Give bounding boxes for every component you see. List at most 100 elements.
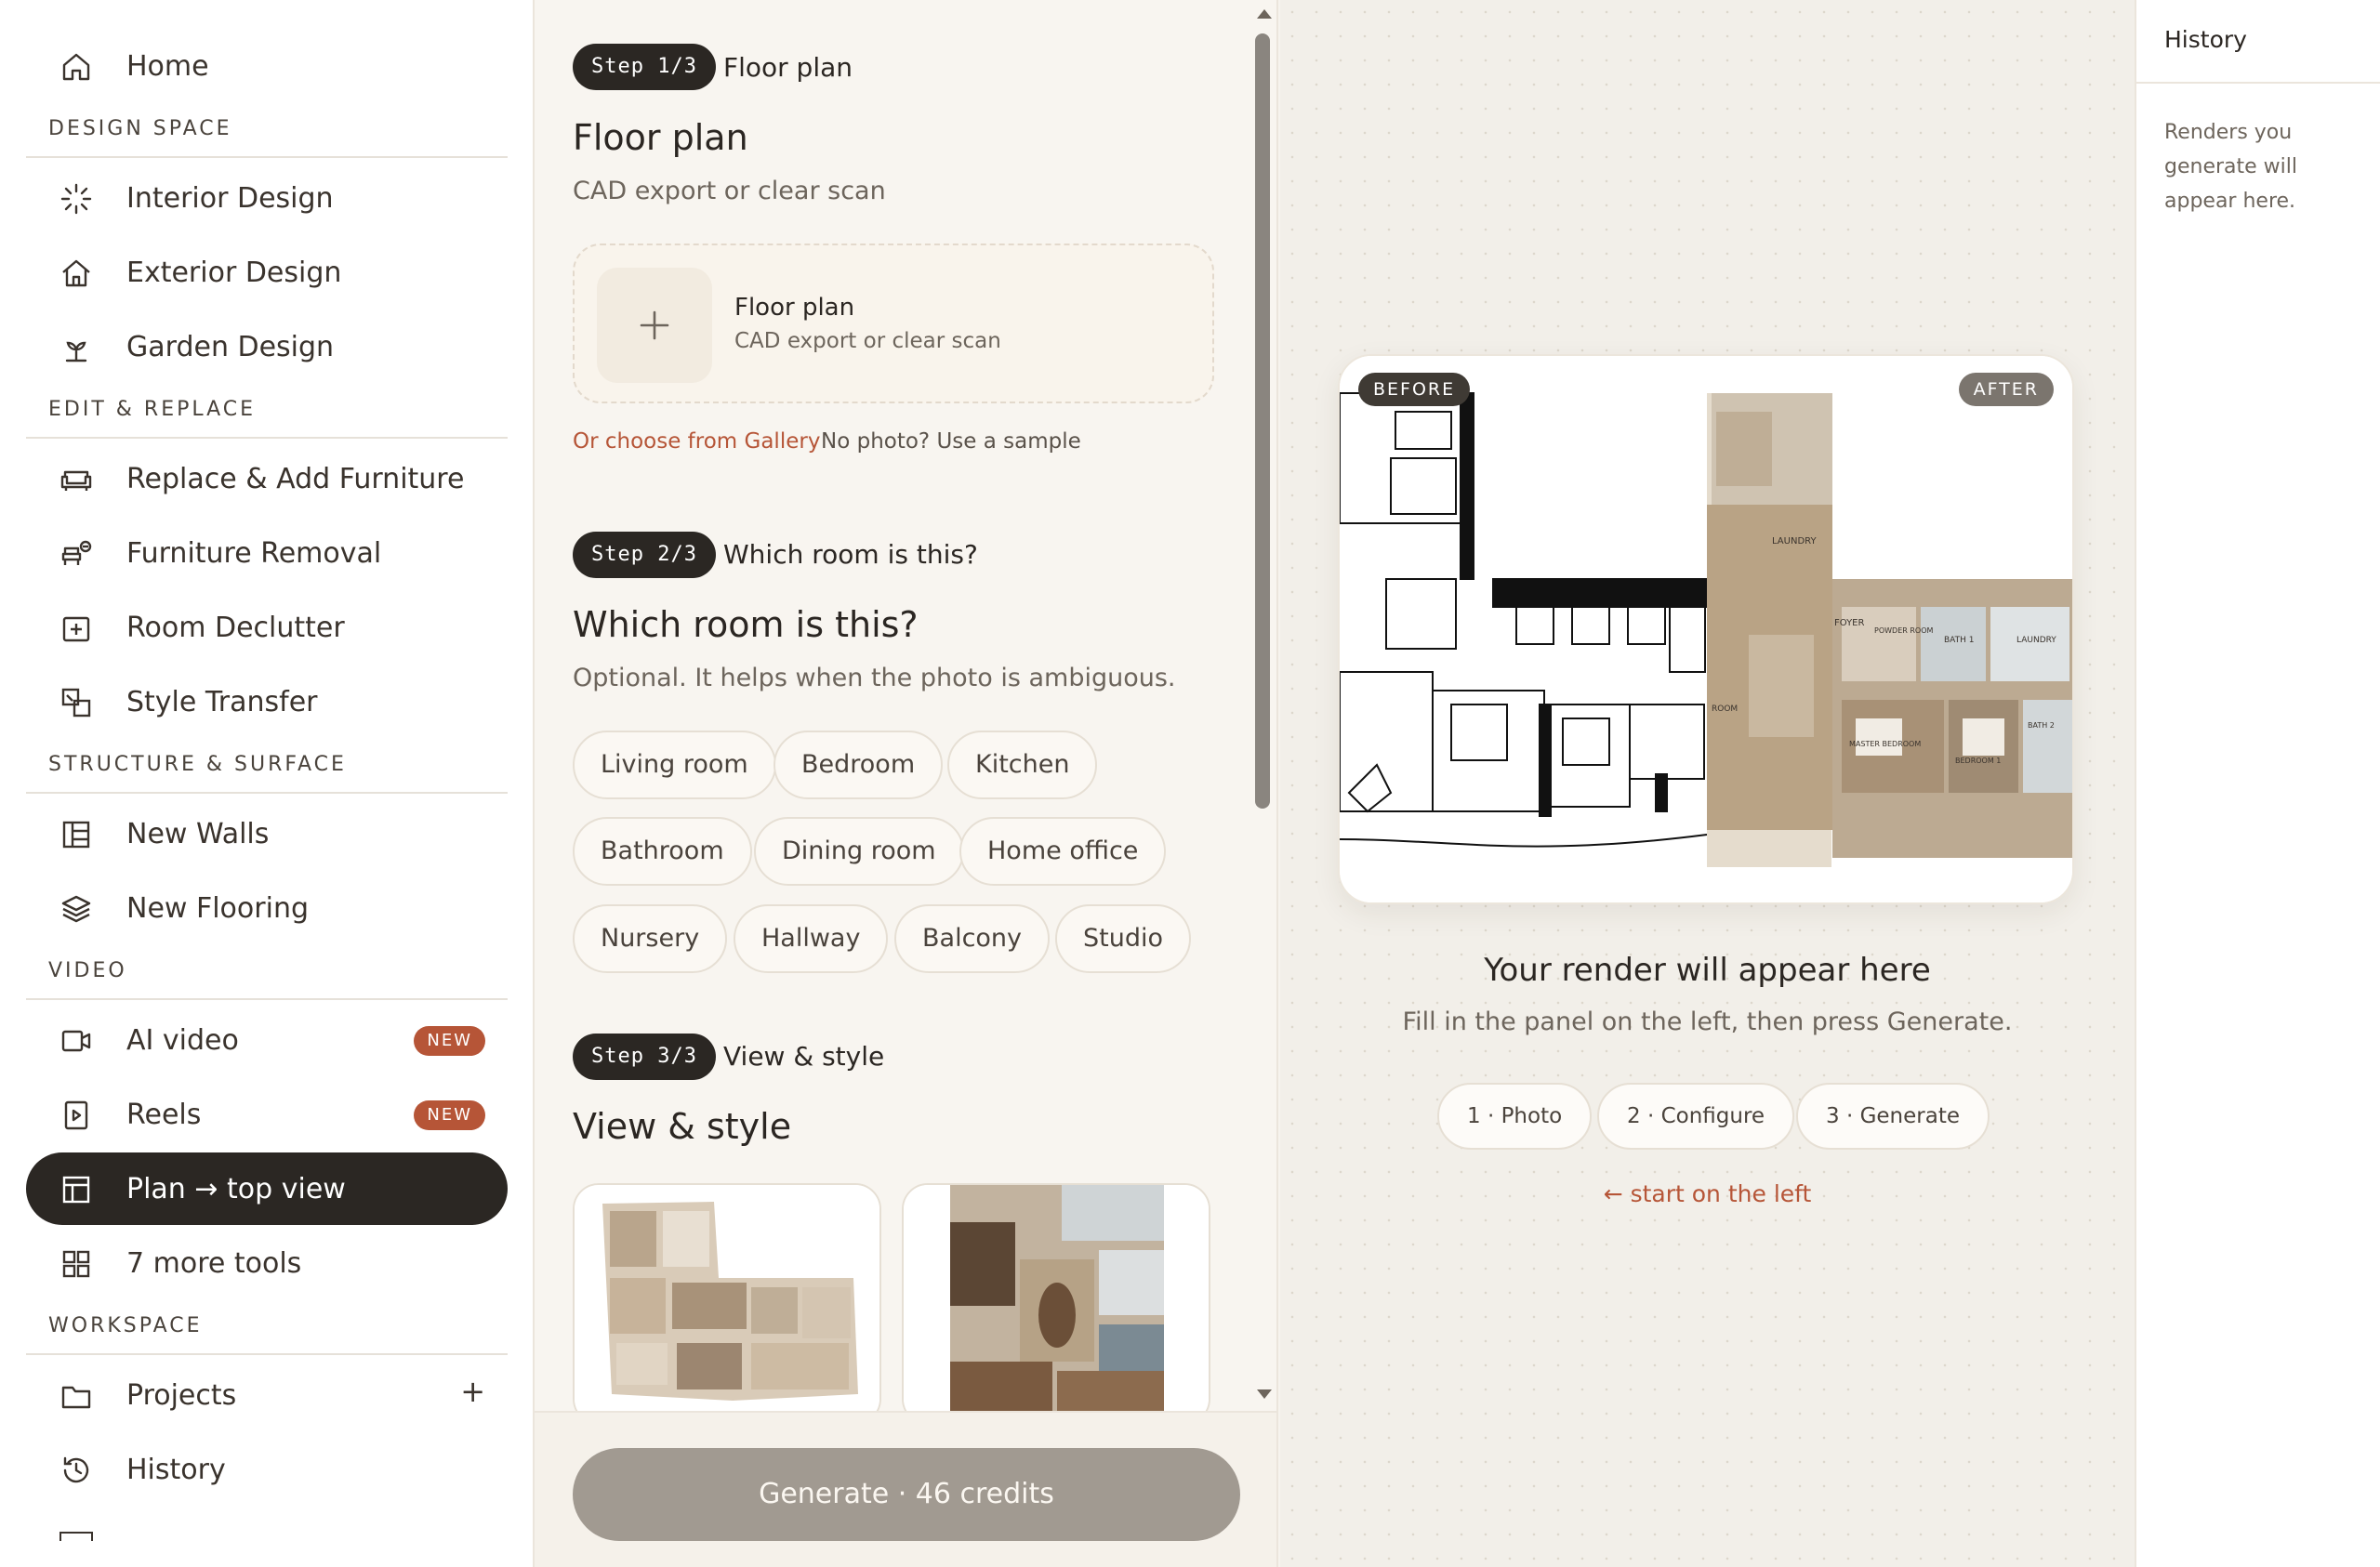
layout-icon [60,1173,93,1206]
style-thumbnail-image [904,1185,1209,1423]
sidebar-item-room-declutter[interactable]: Room Declutter [26,591,508,664]
section-structure-surface: STRUCTURE & SURFACE [26,747,508,794]
render-placeholder-sub: Fill in the panel on the left, then pres… [1402,1007,2013,1036]
floor-plan-upload-dropzone[interactable]: Floor plan CAD export or clear scan [573,244,1214,403]
progress-step-photo: 1 · Photo [1437,1083,1593,1150]
section-design-space: DESIGN SPACE [26,112,508,158]
plant-icon [60,331,93,364]
floor-plan-preview-image: LAUNDRY FOYER POWDER ROOM BATH 1 LAUNDRY… [1340,356,2072,902]
sidebar-item-home[interactable]: Home [26,30,508,102]
generate-button[interactable]: Generate · 46 credits [573,1448,1240,1541]
progress-step-generate: 3 · Generate [1796,1083,1990,1150]
sidebar-item-projects[interactable]: Projects + [26,1359,508,1431]
config-panel: Step 1/3 Floor plan Floor plan CAD expor… [535,0,1278,1567]
scroll-down-icon[interactable] [1257,1389,1272,1399]
history-header: History [2136,0,2380,84]
plus-icon [597,268,712,383]
scrollbar-thumb[interactable] [1255,33,1270,809]
sidebar-item-furniture-removal[interactable]: Furniture Removal [26,517,508,589]
sidebar-item-ai-video[interactable]: AI video NEW [26,1004,508,1076]
choose-from-gallery-link[interactable]: Or choose from Gallery [573,429,820,454]
folder-icon [60,1379,93,1413]
render-placeholder-title: Your render will appear here [1484,952,1931,989]
room-chip-kitchen[interactable]: Kitchen [947,731,1098,799]
room-chip-studio[interactable]: Studio [1055,904,1191,973]
upload-title: Floor plan [734,294,855,322]
step2-heading: Which room is this? [573,604,919,645]
sidebar-item-new-walls[interactable]: New Walls [26,797,508,870]
room-chip-dining-room[interactable]: Dining room [754,817,964,886]
plan-label-powder-room: POWDER ROOM [1874,626,1934,635]
step2-sub: Optional. It helps when the photo is amb… [573,664,1176,692]
sidebar-item-history[interactable]: History [26,1433,508,1506]
clipped-icon [60,1532,93,1541]
room-chip-bathroom[interactable]: Bathroom [573,817,752,886]
step2-title: Which room is this? [723,539,978,570]
sidebar-item-more-tools[interactable]: 7 more tools [26,1227,508,1299]
sidebar-item-new-flooring[interactable]: New Flooring [26,872,508,944]
room-chip-living-room[interactable]: Living room [573,731,776,799]
play-icon [60,1099,93,1132]
history-title: History [2164,26,2247,53]
section-edit-replace: EDIT & REPLACE [26,392,508,439]
wall-panel-icon [60,818,93,851]
transfer-icon [60,686,93,719]
step1-title: Floor plan [723,52,853,83]
sparkle-icon [60,182,93,216]
room-chip-hallway[interactable]: Hallway [734,904,889,973]
step2-pill: Step 2/3 [573,532,716,578]
plan-label-room: ROOM [1712,704,1738,714]
history-panel: History Renders you generate will appear… [2135,0,2380,1567]
sidebar-item-reels[interactable]: Reels NEW [26,1078,508,1151]
use-sample-link[interactable]: No photo? Use a sample [821,429,1081,454]
grid-icon [60,1247,93,1281]
video-camera-icon [60,1024,93,1058]
house-icon [60,257,93,290]
before-tag: BEFORE [1358,373,1471,406]
add-project-button[interactable]: + [460,1374,485,1409]
sidebar-item-interior-design[interactable]: Interior Design [26,162,508,234]
history-empty-state: Renders you generate will appear here. [2164,121,2297,213]
after-tag: AFTER [1958,373,2054,406]
style-option-2[interactable] [902,1183,1210,1425]
plan-label-foyer: FOYER [1834,618,1865,628]
step3-title: View & style [723,1041,885,1072]
section-video: VIDEO [26,954,508,1000]
room-chip-bedroom[interactable]: Bedroom [774,731,944,799]
generate-footer: Generate · 46 credits [535,1411,1276,1567]
plan-label-master-bedroom: MASTER BEDROOM [1849,740,1921,748]
layers-icon [60,892,93,926]
style-thumbnail-image [575,1185,879,1423]
sidebar-item-plan-top-view[interactable]: Plan → top view [26,1152,508,1225]
room-chip-home-office[interactable]: Home office [959,817,1167,886]
history-icon [60,1454,93,1487]
start-on-left-link[interactable]: ← start on the left [1280,1180,2135,1207]
room-chip-nursery[interactable]: Nursery [573,904,728,973]
section-workspace: WORKSPACE [26,1309,508,1355]
chair-remove-icon [60,537,93,571]
box-plus-icon [60,612,93,645]
sidebar-item-replace-furniture[interactable]: Replace & Add Furniture [26,442,508,515]
progress-step-configure: 2 · Configure [1597,1083,1795,1150]
plan-label-laundry-2: LAUNDRY [2016,636,2056,645]
step1-sub: CAD export or clear scan [573,177,886,205]
scroll-up-icon[interactable] [1257,9,1272,19]
step3-pill: Step 3/3 [573,1034,716,1080]
sidebar-item-style-transfer[interactable]: Style Transfer [26,665,508,738]
plan-label-bath-1: BATH 1 [1944,636,1974,645]
room-chip-balcony[interactable]: Balcony [894,904,1051,973]
step1-heading: Floor plan [573,117,748,158]
sidebar: Home DESIGN SPACE Interior Design Exteri… [0,0,535,1567]
sofa-icon [60,463,93,496]
upload-sub: CAD export or clear scan [734,329,1001,353]
step3-heading: View & style [573,1106,792,1147]
sidebar-item-garden-design[interactable]: Garden Design [26,310,508,383]
plan-label-bedroom-1: BEDROOM 1 [1955,757,2001,765]
new-badge: NEW [414,1026,485,1056]
preview-area: LAUNDRY FOYER POWDER ROOM BATH 1 LAUNDRY… [1280,0,2135,1567]
style-option-1[interactable] [573,1183,881,1425]
plan-label-laundry: LAUNDRY [1772,536,1817,546]
sidebar-item-exterior-design[interactable]: Exterior Design [26,236,508,309]
before-after-card: LAUNDRY FOYER POWDER ROOM BATH 1 LAUNDRY… [1338,354,2074,904]
plan-label-bath-2: BATH 2 [2028,721,2055,730]
